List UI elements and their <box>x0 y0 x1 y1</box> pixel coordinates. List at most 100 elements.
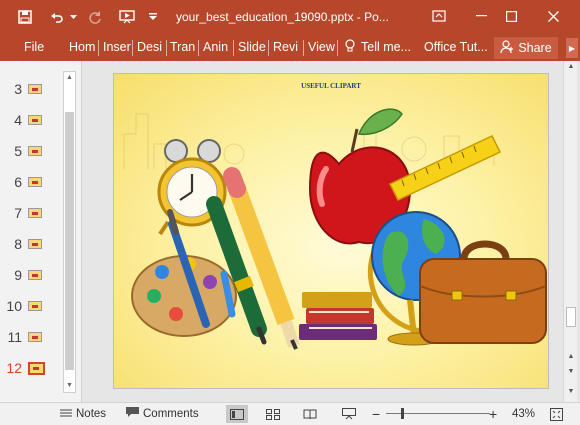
tell-me-box[interactable]: Tell me... <box>345 34 413 61</box>
slide-number: 4 <box>14 112 22 128</box>
title-bar: your_best_education_19090.pptx - Po... <box>0 0 580 34</box>
scroll-up-icon[interactable]: ▲ <box>565 61 577 73</box>
scrollbar-thumb[interactable] <box>566 307 576 327</box>
tab-insert[interactable]: Inser <box>101 34 131 61</box>
tab-separator <box>337 40 338 56</box>
slide-thumbnail[interactable]: 8 <box>0 233 62 255</box>
slide-number: 6 <box>14 174 22 190</box>
zoom-percentage[interactable]: 43% <box>512 403 535 425</box>
slide-thumbnail[interactable]: 9 <box>0 264 62 286</box>
scroll-down-icon[interactable]: ▼ <box>64 380 75 392</box>
minimize-icon[interactable] <box>466 2 496 30</box>
share-label: Share <box>518 41 552 55</box>
comment-icon <box>126 407 139 421</box>
slide-number: 7 <box>14 205 22 221</box>
briefcase-clipart <box>419 240 547 344</box>
comments-label: Comments <box>143 408 199 420</box>
tab-separator <box>98 40 99 56</box>
slide-thumbnail[interactable]: 10 <box>0 295 62 317</box>
slide-number: 11 <box>7 329 22 345</box>
slide-thumbnail-image <box>28 301 42 311</box>
ribbon-tabs: File Hom Inser Desi Tran Anin Slide Revi… <box>0 34 580 61</box>
undo-dropdown-icon[interactable] <box>68 4 78 30</box>
share-button[interactable]: Share <box>494 37 558 59</box>
scroll-up-icon[interactable]: ▲ <box>64 72 75 84</box>
notes-label: Notes <box>76 408 107 420</box>
slide-thumbnail-pane: 3 4 5 6 7 8 9 10 11 12 ▲ ▼ <box>0 61 82 402</box>
books-clipart <box>299 292 377 340</box>
redo-icon[interactable] <box>82 4 108 30</box>
thumbnail-scrollbar[interactable]: ▲ ▼ <box>63 71 76 393</box>
tab-separator <box>132 40 133 56</box>
fit-to-window-icon[interactable] <box>550 403 563 425</box>
ribbon-options-icon[interactable] <box>424 2 454 30</box>
slide-thumbnail-image <box>28 361 45 375</box>
slide-canvas[interactable]: USEFUL CLIPART <box>113 73 549 389</box>
tab-separator <box>198 40 199 56</box>
slide-thumbnail[interactable]: 5 <box>0 140 62 162</box>
notes-button[interactable]: Notes <box>60 403 106 425</box>
notes-icon <box>60 408 72 421</box>
slide-scrollbar[interactable]: ▲ ▲ ▼ ▼ <box>563 61 577 402</box>
slide-thumbnail[interactable]: 3 <box>0 78 62 100</box>
tab-separator <box>233 40 234 56</box>
normal-view-icon[interactable] <box>226 405 248 423</box>
tab-separator <box>268 40 269 56</box>
document-title: your_best_education_19090.pptx - Po... <box>176 10 389 24</box>
slide-sorter-icon[interactable] <box>262 405 284 423</box>
reading-view-icon[interactable] <box>299 405 321 423</box>
slide-thumbnail-active[interactable]: 12 <box>0 357 62 379</box>
add-person-icon <box>500 39 514 57</box>
slide-thumbnail-image <box>28 146 42 156</box>
save-icon[interactable] <box>12 4 38 30</box>
scroll-down-icon[interactable]: ▼ <box>565 386 577 398</box>
tab-transitions[interactable]: Tran <box>168 34 196 61</box>
zoom-slider-thumb[interactable] <box>401 408 404 419</box>
zoom-in-icon[interactable]: + <box>489 403 497 425</box>
zoom-out-icon[interactable]: − <box>372 403 380 425</box>
slide-thumbnail-image <box>28 332 42 342</box>
comments-button[interactable]: Comments <box>126 403 199 425</box>
tab-home[interactable]: Hom <box>67 34 97 61</box>
slide-number: 8 <box>14 236 22 252</box>
slide-thumbnail-image <box>28 84 42 94</box>
tell-me-label: Tell me... <box>361 40 412 54</box>
slide-thumbnail-image <box>28 115 42 125</box>
slide-thumbnail[interactable]: 6 <box>0 171 62 193</box>
tab-slide-show[interactable]: Slide <box>236 34 266 61</box>
maximize-icon[interactable] <box>496 2 526 30</box>
customize-toolbar-icon[interactable] <box>146 4 160 30</box>
tab-view[interactable]: View <box>306 34 336 61</box>
close-icon[interactable] <box>538 2 568 30</box>
scrollbar-thumb[interactable] <box>65 112 74 370</box>
tab-review[interactable]: Revi <box>271 34 301 61</box>
previous-slide-icon[interactable]: ▲ <box>565 351 577 363</box>
slideshow-view-icon[interactable] <box>338 405 360 423</box>
ribbon-scroll-right-icon[interactable]: ▶ <box>566 38 578 58</box>
slide-thumbnail-image <box>28 270 42 280</box>
tab-separator <box>166 40 167 56</box>
slide-number: 10 <box>6 298 22 314</box>
tab-design[interactable]: Desi <box>135 34 163 61</box>
slide-thumbnail[interactable]: 7 <box>0 202 62 224</box>
slide-thumbnail-image <box>28 239 42 249</box>
slide-editing-area: USEFUL CLIPART ▲ ▲ ▼ ▼ <box>83 61 580 402</box>
slide-number: 5 <box>14 143 22 159</box>
slide-number: 9 <box>14 267 22 283</box>
slide-thumbnail-image <box>28 177 42 187</box>
tab-office-tutor[interactable]: Office Tut... <box>422 34 490 61</box>
slide-thumbnail-image <box>28 208 42 218</box>
slide-thumbnail[interactable]: 4 <box>0 109 62 131</box>
lightbulb-icon <box>345 39 355 56</box>
slide-thumbnail[interactable]: 11 <box>0 326 62 348</box>
tab-animations[interactable]: Anin <box>201 34 231 61</box>
undo-icon[interactable] <box>44 4 70 30</box>
clipart-illustration <box>123 108 547 350</box>
slide-number: 3 <box>14 81 22 97</box>
present-from-start-icon[interactable] <box>114 4 140 30</box>
tab-separator <box>303 40 304 56</box>
tab-file[interactable]: File <box>22 34 46 61</box>
slide-number: 12 <box>6 360 22 376</box>
next-slide-icon[interactable]: ▼ <box>565 366 577 378</box>
status-bar: Notes Comments − + 43% <box>0 402 580 425</box>
